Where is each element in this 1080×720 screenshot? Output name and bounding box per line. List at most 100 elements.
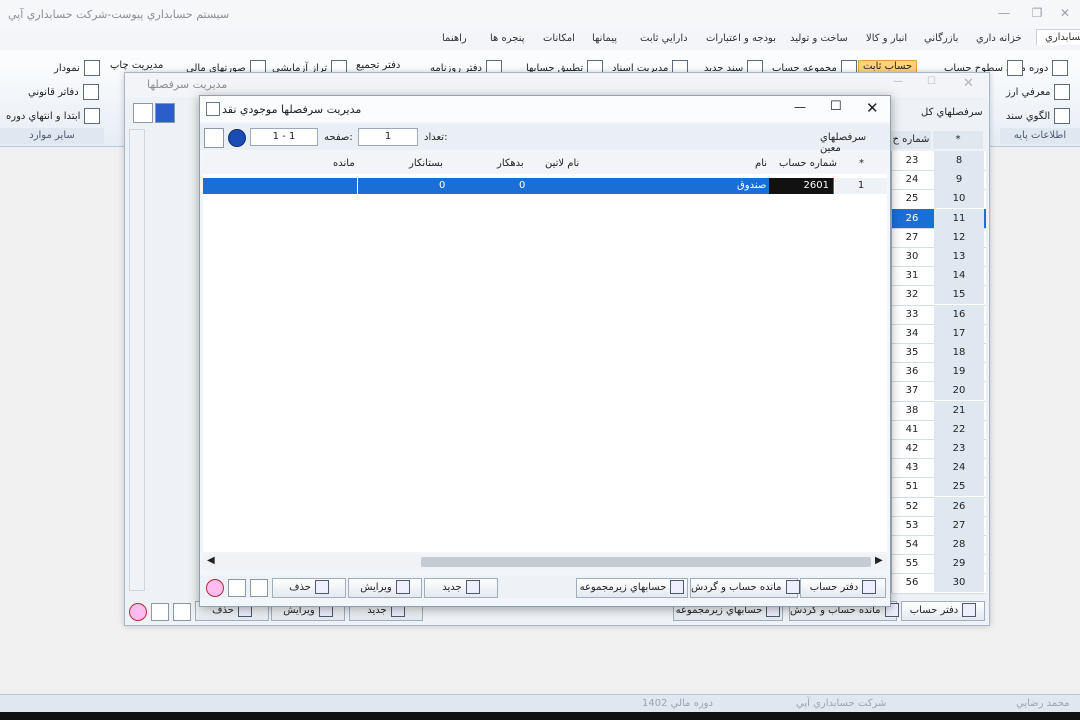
ribbon-legal-books[interactable]: دفاتر قانوني [28, 84, 99, 100]
table-row[interactable]: 43 24 [892, 458, 986, 479]
tab-contracts[interactable]: پیمانها [592, 33, 617, 44]
tab-inventory[interactable]: انبار و کالا [866, 33, 907, 44]
status-period: دوره مالي 1402 [642, 698, 713, 709]
table-row[interactable]: 52 26 [892, 496, 986, 517]
filter-icon[interactable] [228, 579, 246, 597]
table-row[interactable]: 41 22 [892, 419, 986, 440]
close-icon[interactable]: ✕ [963, 76, 974, 91]
vertical-scrollbar[interactable] [129, 129, 145, 591]
cell-text: 2601 [803, 180, 829, 191]
table-row[interactable]: 35 18 [892, 343, 986, 364]
column-header-balance[interactable]: مانده [333, 158, 355, 169]
ribbon-currency[interactable]: معرفي ارز [1006, 84, 1071, 100]
minimize-icon[interactable]: — [893, 76, 903, 87]
account-number-cell: 35 [905, 347, 919, 358]
table-row[interactable]: 37 20 [892, 381, 986, 402]
maximize-icon[interactable]: ☐ [830, 99, 842, 114]
filter-icon[interactable] [151, 603, 169, 621]
table-row[interactable]: 32 15 [892, 285, 986, 306]
ribbon-print-manager[interactable]: مديريت چاپ [110, 60, 163, 71]
power-icon[interactable] [206, 579, 224, 597]
ribbon-consolidation[interactable]: دفتر تجميع [356, 60, 400, 71]
table-row[interactable]: 56 30 [892, 573, 986, 594]
ribbon-chart[interactable]: نمودار [54, 60, 100, 76]
table-row[interactable]: 38 21 [892, 400, 986, 421]
ribbon-tabs: حسابداري خزانه داري بازرگاني انبار و کال… [0, 28, 1080, 51]
account-number-cell: 24 [905, 174, 919, 186]
tab-budget[interactable]: بودجه و اعتبارات [706, 33, 776, 44]
tab-help[interactable]: راهنما [442, 33, 467, 44]
name-cell: صندوق [737, 180, 767, 191]
scroll-right-icon[interactable]: ▶ [875, 555, 883, 566]
tab-commerce[interactable]: بازرگاني [924, 33, 958, 44]
column-header-account-number[interactable]: شماره حساب [779, 158, 837, 169]
account-number-cell[interactable]: 2601 [769, 178, 833, 194]
ribbon-period-start-end[interactable]: ابتدا و انتهاي دوره [6, 108, 101, 124]
window-icon [206, 102, 220, 116]
edit-button[interactable]: ويرايش [348, 578, 422, 598]
column-header-star: * [859, 158, 864, 169]
find-icon[interactable] [173, 603, 191, 621]
globe-icon[interactable] [228, 129, 246, 147]
horizontal-scrollbar[interactable]: ◀ ▶ [203, 554, 887, 570]
table-row[interactable]: 53 27 [892, 515, 986, 536]
dialog-title: مديريت سرفصلها موجودي نقد [222, 103, 362, 116]
restore-icon[interactable]: ❐ [1028, 6, 1046, 22]
table-row[interactable]: 33 16 [892, 304, 986, 325]
table-row[interactable]: 2601 صندوق 0 0 [203, 178, 834, 194]
ledger-button[interactable]: دفتر حساب [800, 578, 886, 598]
table-row[interactable]: 23 8 [892, 151, 986, 172]
scrollbar-thumb[interactable] [421, 557, 871, 567]
table-row[interactable]: 24 9 [892, 170, 986, 191]
ribbon-voucher-template[interactable]: الگوي سند [1006, 108, 1071, 124]
table-row[interactable]: 31 14 [892, 266, 986, 287]
tab-production[interactable]: ساخت و تولید [790, 33, 848, 44]
table-row[interactable]: 42 23 [892, 439, 986, 460]
restore-icon[interactable]: ☐ [927, 76, 936, 87]
row-index: 1 [835, 178, 887, 194]
table-row[interactable]: 51 25 [892, 477, 986, 498]
print-icon[interactable] [204, 128, 224, 148]
close-icon[interactable]: ✕ [866, 99, 879, 117]
count-label: تعداد: [424, 132, 448, 143]
sub-accounts-button[interactable]: حسابهاي زيرمجموعه [576, 578, 688, 598]
table-row[interactable]: 25 10 [892, 189, 986, 210]
ledger-button[interactable]: دفتر حساب [901, 601, 985, 621]
print-icon[interactable] [133, 103, 153, 123]
table-row[interactable]: 34 17 [892, 323, 986, 344]
table-row[interactable]: 54 28 [892, 535, 986, 556]
tab-windows[interactable]: پنجره ها [490, 33, 525, 44]
column-header-credit[interactable]: بستانكار [409, 158, 443, 169]
tab-tools[interactable]: امکانات [543, 33, 575, 44]
minimize-icon[interactable]: — [794, 100, 806, 114]
close-icon[interactable]: ✕ [1056, 6, 1074, 22]
minimize-icon[interactable]: — [995, 6, 1013, 22]
power-icon[interactable] [129, 603, 147, 621]
row-index: 10 [934, 189, 984, 209]
globe-icon[interactable] [155, 103, 175, 123]
new-icon [465, 580, 480, 594]
ribbon-label: حساب ثابت [863, 61, 913, 72]
column-header-name[interactable]: نام [755, 158, 767, 169]
table-row[interactable]: 30 13 [892, 247, 986, 268]
balance-turnover-button[interactable]: مانده حساب و گردش [690, 578, 800, 598]
column-header-latin-name[interactable]: نام لاتين [545, 158, 579, 169]
button-label: دفتر حساب [809, 582, 859, 593]
find-icon[interactable] [250, 579, 268, 597]
tab-accounting[interactable]: حسابداري [1036, 29, 1080, 45]
account-number-cell: 52 [905, 500, 919, 512]
accounts-grid: 1 2601 صندوق 0 0 [203, 174, 887, 552]
table-row[interactable]: 26 11 [892, 208, 986, 229]
scroll-left-icon[interactable]: ◀ [207, 555, 215, 566]
table-row[interactable]: 36 19 [892, 362, 986, 383]
tab-fixed-assets[interactable]: دارايي ثابت [640, 33, 688, 44]
table-row[interactable]: 55 29 [892, 554, 986, 575]
new-button[interactable]: جديد [424, 578, 498, 598]
page-field[interactable]: 1 - 1 [250, 128, 318, 146]
table-row[interactable]: 27 12 [892, 227, 986, 248]
tab-treasury[interactable]: خزانه داري [976, 33, 1022, 44]
row-index: 16 [934, 304, 984, 324]
delete-button[interactable]: حذف [272, 578, 346, 598]
ledger-icon [862, 580, 877, 594]
column-header-debit[interactable]: بدهكار [497, 158, 524, 169]
